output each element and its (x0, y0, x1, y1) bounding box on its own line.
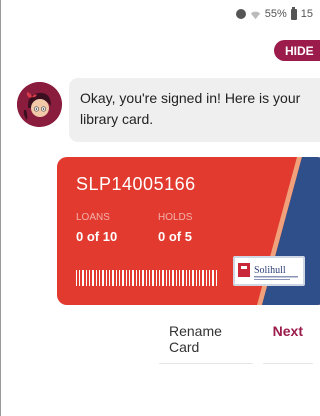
status-time: 15 (300, 8, 313, 20)
chat-message: Okay, you're signed in! Here is your lib… (80, 90, 301, 127)
status-bar: 55% 15 (235, 6, 313, 22)
next-button[interactable]: Next (262, 320, 313, 364)
hide-button-label: HIDE (285, 43, 314, 58)
screen-edge (0, 0, 1, 416)
battery-icon (290, 6, 297, 20)
battery-percent: 55% (264, 8, 287, 20)
assistant-avatar-icon (17, 82, 62, 127)
loans-label: LOANS (76, 212, 110, 223)
card-number: SLP14005166 (76, 174, 196, 194)
library-logo: Solihull (233, 256, 305, 286)
rename-card-button[interactable]: Rename Card (159, 320, 253, 364)
logo-text: Solihull (254, 265, 286, 276)
loans-value: 0 of 10 (76, 229, 118, 244)
card-actions: Rename Card Next (159, 320, 313, 364)
holds-label: HOLDS (158, 212, 193, 223)
hide-button[interactable]: HIDE (274, 40, 320, 61)
holds-value: 0 of 5 (158, 229, 192, 244)
library-card[interactable]: SLP14005166 LOANS 0 of 10 HOLDS 0 of 5 S… (57, 157, 320, 305)
barcode (76, 270, 217, 286)
avatar (17, 82, 62, 127)
wifi-icon (250, 11, 260, 19)
alarm-icon (235, 9, 246, 19)
library-logo-icon: Solihull (238, 263, 298, 280)
